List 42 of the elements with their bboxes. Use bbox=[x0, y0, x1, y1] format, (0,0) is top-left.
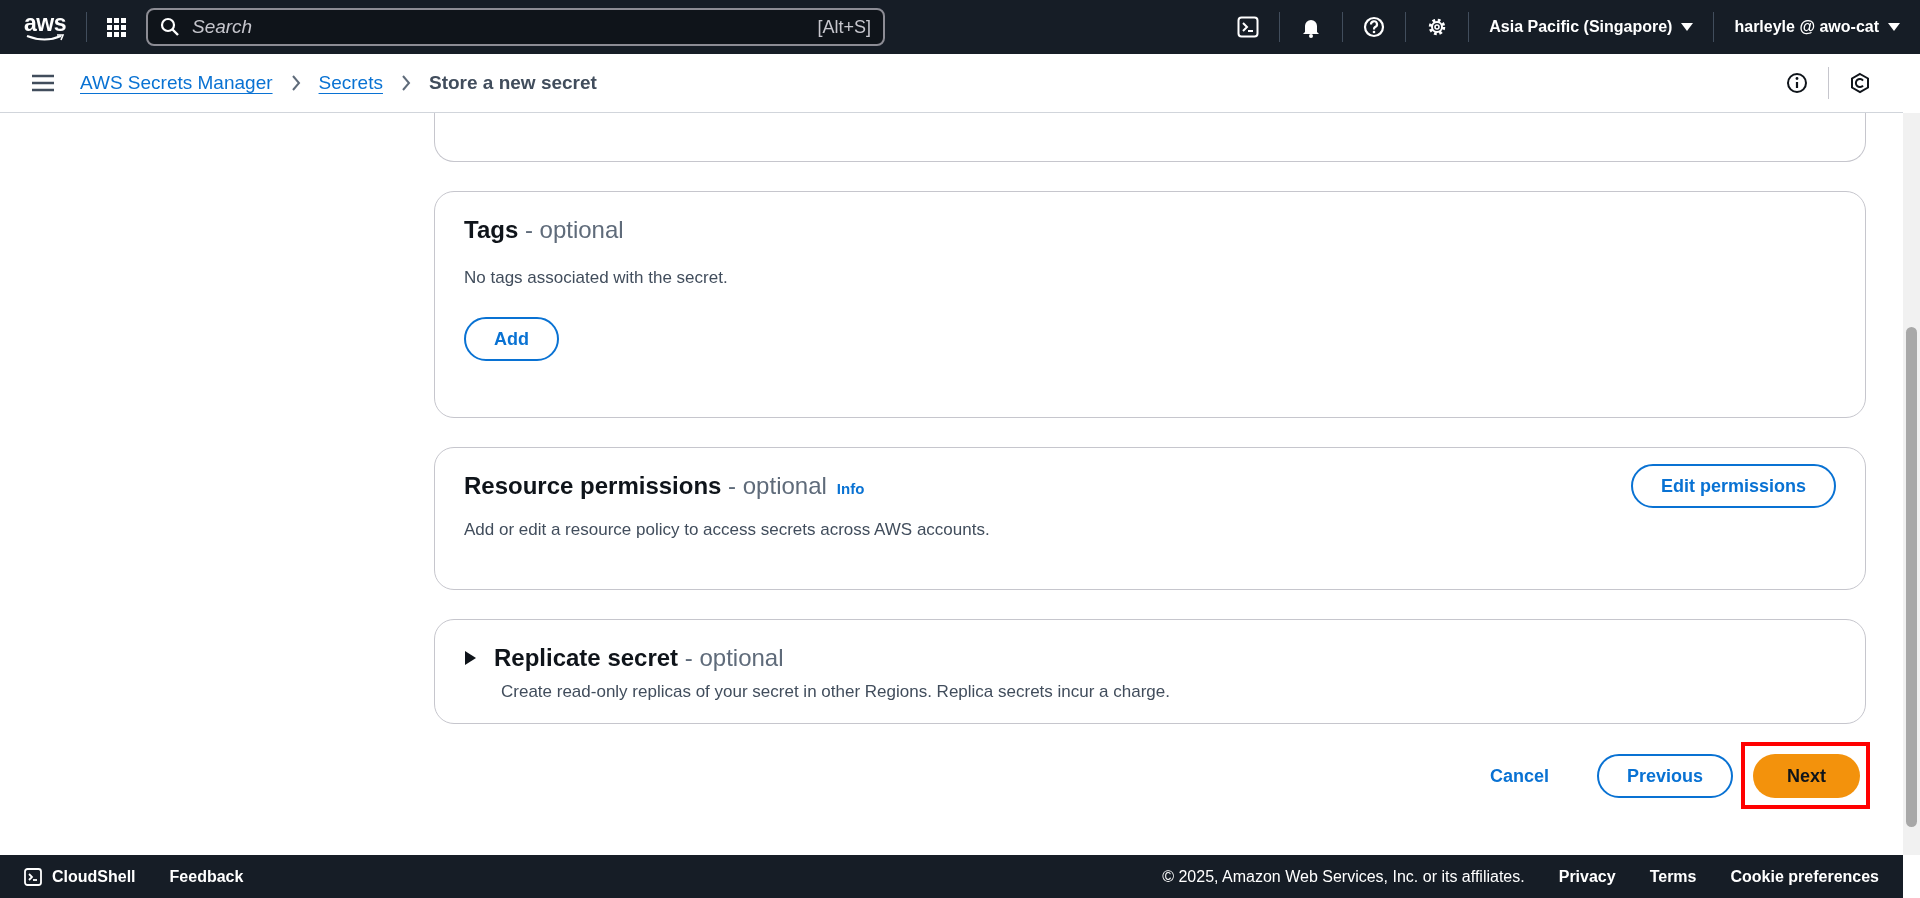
breadcrumb-current: Store a new secret bbox=[428, 72, 597, 94]
shortcut-hint: [Alt+S] bbox=[817, 16, 871, 38]
aws-logo[interactable]: aws bbox=[24, 12, 66, 42]
help-icon[interactable] bbox=[1363, 16, 1386, 38]
menu-icon[interactable] bbox=[32, 74, 54, 92]
cancel-button[interactable]: Cancel bbox=[1461, 754, 1577, 798]
section-title: Resource permissions - optional bbox=[464, 472, 827, 500]
smile-arrow-icon bbox=[25, 34, 65, 42]
feedback-link[interactable]: Feedback bbox=[169, 867, 244, 886]
region-menu[interactable]: Asia Pacific (Singapore) bbox=[1489, 18, 1694, 36]
previous-button[interactable]: Previous bbox=[1596, 754, 1733, 798]
section-description: No tags associated with the secret. bbox=[464, 268, 729, 288]
terminal-icon[interactable] bbox=[1237, 16, 1260, 38]
chevron-right-icon bbox=[400, 75, 411, 91]
cloudshell-button[interactable]: CloudShell bbox=[24, 867, 136, 886]
footer-link[interactable]: Privacy bbox=[1558, 867, 1616, 886]
breadcrumb-link[interactable]: Secrets bbox=[318, 72, 383, 94]
hexagon-icon[interactable] bbox=[1849, 72, 1871, 94]
search-input[interactable]: Search bbox=[190, 15, 808, 39]
search-field[interactable]: Search [Alt+S] bbox=[146, 8, 885, 46]
add-button[interactable]: Add bbox=[464, 317, 559, 361]
footer-link[interactable]: Cookie preferences bbox=[1730, 867, 1879, 886]
section-title: Replicate secret - optional bbox=[494, 644, 784, 672]
breadcrumb-link[interactable]: AWS Secrets Manager bbox=[80, 72, 273, 94]
caret-down-icon bbox=[1888, 23, 1900, 31]
account-menu[interactable]: harleyle @ awo-cat bbox=[1734, 18, 1900, 36]
search-icon bbox=[160, 17, 180, 37]
caret-right-icon[interactable] bbox=[464, 651, 476, 665]
caret-down-icon bbox=[1681, 23, 1694, 31]
scrollbar-drawing[interactable] bbox=[1903, 113, 1920, 855]
section-description: Add or edit a resource policy to access secrets across AWS accounts. bbox=[464, 520, 990, 540]
edit-permissions-button[interactable]: Edit permissions bbox=[1630, 464, 1836, 508]
chevron-right-icon bbox=[290, 75, 301, 91]
grid-menu-icon[interactable] bbox=[107, 17, 126, 37]
section-description: Create read-only replicas of your secret in other Regions. Replica secrets incur a charge. bbox=[501, 682, 1171, 702]
footer-link[interactable]: Terms bbox=[1649, 867, 1697, 886]
next-button[interactable]: Next bbox=[1753, 754, 1860, 798]
info-icon[interactable] bbox=[1786, 72, 1808, 94]
copyright-text: © 2025, Amazon Web Services, Inc. or its affiliates. bbox=[1162, 867, 1525, 886]
info-link[interactable]: Info bbox=[836, 480, 865, 497]
section-title: Tags - optional bbox=[464, 216, 624, 244]
terminal-icon bbox=[24, 867, 42, 886]
